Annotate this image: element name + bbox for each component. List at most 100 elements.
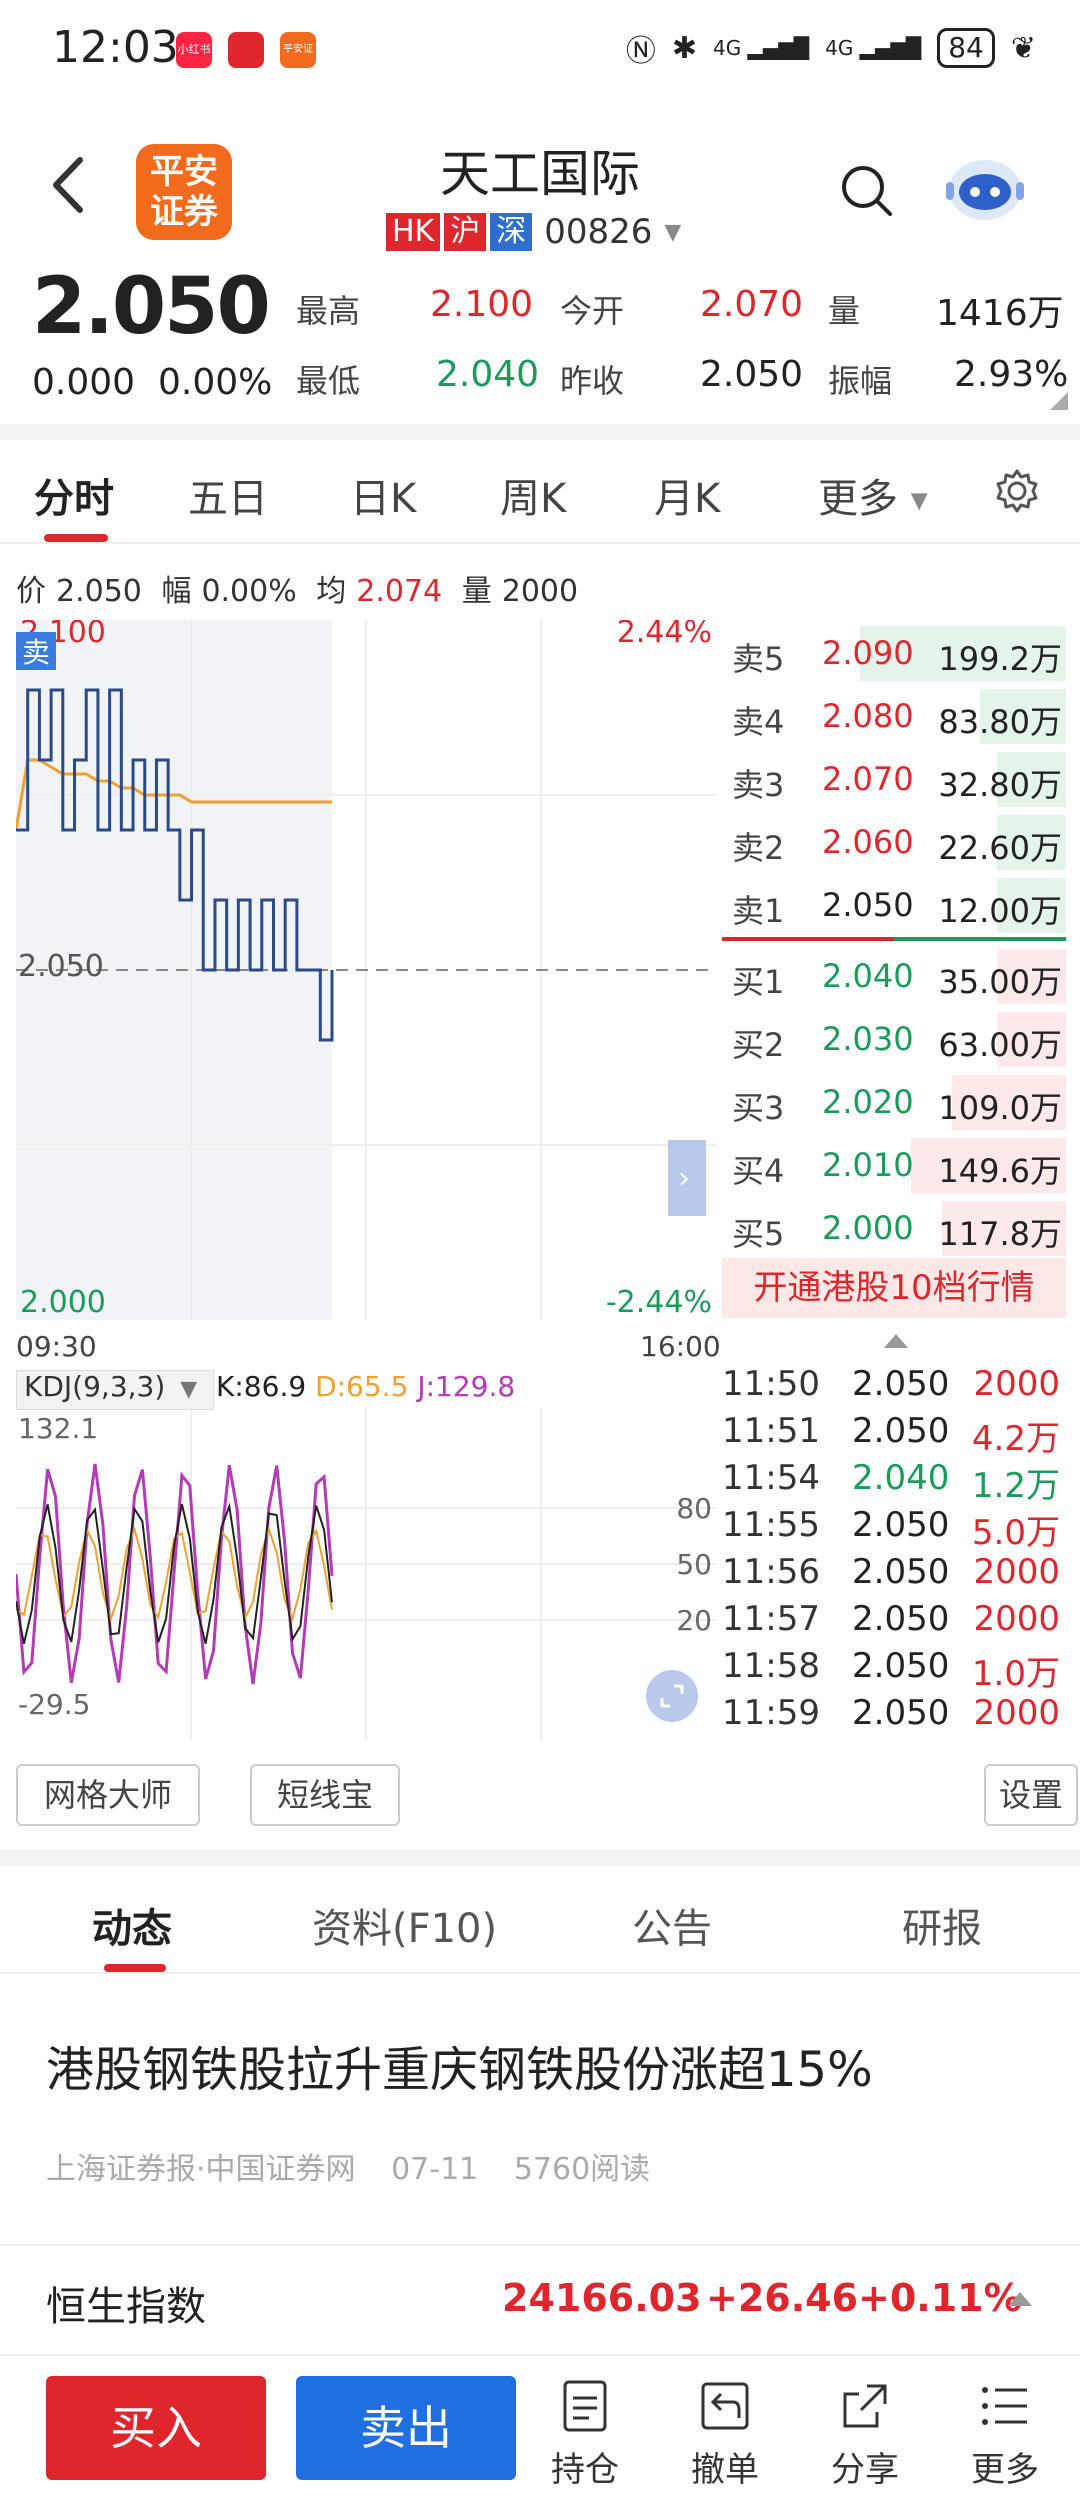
status-right: Ⓝ ✱ 4G ▂▄▆█ 4G ▂▄▆█ 84 ❦: [626, 26, 1036, 70]
high-label: 最高: [296, 292, 361, 330]
info-avg-label: 均: [316, 574, 347, 609]
tick-volume: 2000: [973, 1364, 1060, 1404]
bid-row[interactable]: 买4 2.010 149.6万: [722, 1134, 1066, 1197]
time-axis-end: 16:00: [640, 1330, 721, 1363]
change-percent: 0.00%: [158, 362, 273, 403]
volume-label: 量: [828, 292, 861, 330]
index-ticker[interactable]: 恒生指数 24166.03 +26.46 +0.11%: [0, 2244, 1080, 2356]
tick-row: 11:59 2.050 2000: [722, 1689, 1066, 1736]
chevron-down-icon: ▼: [180, 1377, 198, 1402]
kdj-chart[interactable]: 132.1 -29.5 80 50 20: [14, 1368, 716, 1740]
level-volume: 63.00万: [938, 1026, 1062, 1064]
tick-volume: 5.0万: [971, 1513, 1060, 1553]
chevron-up-icon[interactable]: [884, 1334, 908, 1348]
bid-row[interactable]: 买1 2.040 35.00万: [722, 945, 1066, 1008]
tick-price: 2.050: [852, 1411, 950, 1451]
intraday-chart[interactable]: 2.100 2.050 2.000 2.44% -2.44% 卖 ›: [16, 620, 716, 1320]
level-label: 买5: [732, 1215, 785, 1253]
tick-price: 2.050: [852, 1693, 950, 1733]
position-button[interactable]: 持仓: [530, 2378, 640, 2491]
share-button[interactable]: 分享: [810, 2378, 920, 2491]
open-level-ten-button[interactable]: 开通港股10档行情: [722, 1258, 1066, 1318]
level-label: 卖2: [732, 829, 785, 867]
tab-more-label: 更多: [818, 476, 898, 522]
tab-intraday[interactable]: 分时: [34, 466, 114, 524]
level-price: 2.020: [822, 1083, 914, 1121]
level-label: 买4: [732, 1152, 785, 1190]
tab-daily-k[interactable]: 日K: [350, 466, 416, 524]
tick-price: 2.050: [852, 1505, 950, 1545]
level-volume: 83.80万: [938, 703, 1062, 741]
section-divider: [0, 1850, 1080, 1866]
kdj-level-50: 50: [676, 1548, 712, 1581]
more-button[interactable]: 更多: [950, 2378, 1060, 2491]
ask-row[interactable]: 卖2 2.060 22.60万: [722, 811, 1066, 874]
period-tabs: 分时 五日 日K 周K 月K 更多 ▼: [0, 440, 1080, 544]
tab-announcements[interactable]: 公告: [632, 1896, 712, 1954]
tick-volume: 4.2万: [971, 1419, 1060, 1459]
ask-row[interactable]: 卖4 2.080 83.80万: [722, 685, 1066, 748]
cancel-order-button[interactable]: 撤单: [670, 2378, 780, 2491]
info-vol: 2000: [501, 574, 579, 609]
ask-row[interactable]: 卖1 2.050 12.00万: [722, 874, 1066, 937]
info-price: 2.050: [56, 574, 142, 609]
ask-row[interactable]: 卖3 2.070 32.80万: [722, 748, 1066, 811]
ask-row[interactable]: 卖5 2.090 199.2万: [722, 622, 1066, 685]
ai-assistant-button[interactable]: [940, 148, 1030, 228]
search-button[interactable]: [838, 162, 894, 218]
bid-row[interactable]: 买3 2.020 109.0万: [722, 1071, 1066, 1134]
order-book: 卖5 2.090 199.2万 卖4 2.080 83.80万 卖3 2.070 32.80万卖…: [722, 622, 1066, 1260]
bluetooth-icon: ✱: [671, 30, 697, 66]
tab-weekly-k[interactable]: 周K: [500, 466, 566, 524]
tick-volume: 2000: [973, 1693, 1060, 1733]
tab-five-day[interactable]: 五日: [188, 466, 268, 524]
info-price-label: 价: [16, 574, 46, 609]
short-line-button[interactable]: 短线宝: [250, 1764, 400, 1826]
tab-news[interactable]: 动态: [92, 1896, 172, 1954]
tick-volume: 2000: [973, 1599, 1060, 1639]
amplitude-label: 振幅: [828, 362, 893, 400]
tick-row: 11:57 2.050 2000: [722, 1595, 1066, 1642]
level-volume: 149.6万: [938, 1152, 1062, 1190]
trade-ticks[interactable]: 11:50 2.050 2000 11:51 2.050 4.2万 11:54 2.040 1.…: [722, 1360, 1066, 1736]
grid-master-button[interactable]: 网格大师: [16, 1764, 200, 1826]
kdj-k-value: K:86.9: [216, 1370, 307, 1403]
level-volume: 12.00万: [938, 892, 1062, 930]
level-label: 卖1: [732, 892, 785, 930]
tab-monthly-k[interactable]: 月K: [654, 466, 720, 524]
bid-row[interactable]: 买5 2.000 117.8万: [722, 1197, 1066, 1260]
menu-icon: [982, 2387, 1027, 2425]
buy-button[interactable]: 买入: [46, 2376, 266, 2480]
tab-f10[interactable]: 资料(F10): [312, 1896, 497, 1954]
status-bar: 12:03 小红书 平安证券 Ⓝ ✱ 4G ▂▄▆█ 4G ▂▄▆█ 84 ❦: [0, 0, 1080, 100]
stock-tags[interactable]: HK 沪 深 00826 ▼: [386, 212, 681, 252]
status-time: 12:03: [52, 22, 179, 73]
settings-button[interactable]: [992, 466, 1042, 520]
fullscreen-button[interactable]: [646, 1670, 698, 1722]
leaf-icon: ❦: [1010, 30, 1036, 66]
crosshair-info: 价 2.050 幅 0.00% 均 2.074 量 2000: [16, 566, 588, 610]
xiaohongshu-app-icon: 小红书: [176, 32, 212, 68]
settings-tool-button[interactable]: 设置: [984, 1764, 1078, 1826]
news-headline[interactable]: 港股钢铁股拉升重庆钢铁股份涨超15%: [46, 2030, 873, 2100]
expand-corner-icon[interactable]: [1050, 392, 1068, 410]
news-reads: 5760阅读: [513, 2152, 651, 2187]
kdj-j-value: J:129.8: [417, 1370, 516, 1403]
tab-more[interactable]: 更多 ▼: [818, 466, 928, 524]
info-avg: 2.074: [356, 574, 443, 609]
signal-icon-1: 4G ▂▄▆█: [712, 36, 810, 60]
news-source: 上海证券报·中国证券网: [46, 2152, 356, 2187]
news-meta: 上海证券报·中国证券网 07-11 5760阅读: [46, 2144, 676, 2188]
kdj-max: 132.1: [18, 1412, 98, 1445]
tick-volume: 2000: [973, 1552, 1060, 1592]
kdj-level-20: 20: [676, 1604, 712, 1637]
share-label: 分享: [831, 2450, 899, 2490]
tick-row: 11:58 2.050 1.0万: [722, 1642, 1066, 1694]
bid-row[interactable]: 买2 2.030 63.00万: [722, 1008, 1066, 1071]
chevron-right-icon: ›: [678, 1161, 690, 1196]
sell-marker-label: 卖: [22, 636, 50, 669]
sell-button[interactable]: 卖出: [296, 2376, 516, 2480]
current-price: 2.050: [32, 262, 271, 352]
share-icon: [843, 2384, 887, 2428]
tab-research[interactable]: 研报: [902, 1896, 982, 1954]
